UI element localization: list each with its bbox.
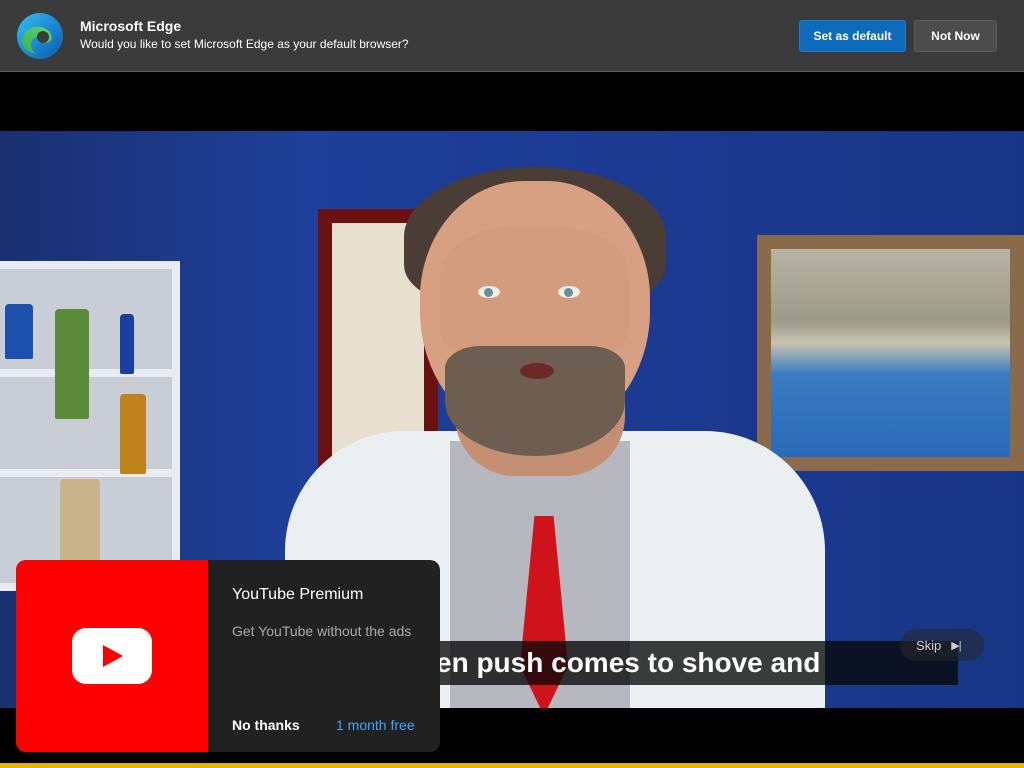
promo-title: YouTube Premium bbox=[232, 586, 364, 603]
no-thanks-button[interactable]: No thanks bbox=[232, 717, 300, 733]
video-caption: en push comes to shove and bbox=[430, 641, 958, 685]
video-scene-shelf bbox=[0, 261, 180, 591]
infobar-message: Would you like to set Microsoft Edge as … bbox=[80, 37, 409, 51]
skip-next-icon: ▶| bbox=[951, 639, 961, 652]
youtube-logo-icon bbox=[72, 628, 152, 684]
edge-default-browser-infobar: Microsoft Edge Would you like to set Mic… bbox=[0, 0, 1024, 72]
youtube-premium-promo: YouTube Premium Get YouTube without the … bbox=[16, 560, 440, 752]
edge-logo-icon bbox=[17, 13, 63, 59]
promo-thumbnail bbox=[16, 560, 208, 752]
one-month-free-button[interactable]: 1 month free bbox=[336, 717, 415, 733]
promo-description: Get YouTube without the ads bbox=[232, 623, 412, 639]
video-progress-bar[interactable] bbox=[0, 763, 1024, 768]
set-as-default-button[interactable]: Set as default bbox=[799, 20, 906, 52]
not-now-button[interactable]: Not Now bbox=[914, 20, 997, 52]
infobar-title: Microsoft Edge bbox=[80, 18, 182, 34]
video-scene-painting-frame bbox=[757, 235, 1024, 471]
skip-label: Skip bbox=[916, 637, 942, 653]
skip-ad-button[interactable]: Skip ▶| bbox=[900, 629, 984, 661]
